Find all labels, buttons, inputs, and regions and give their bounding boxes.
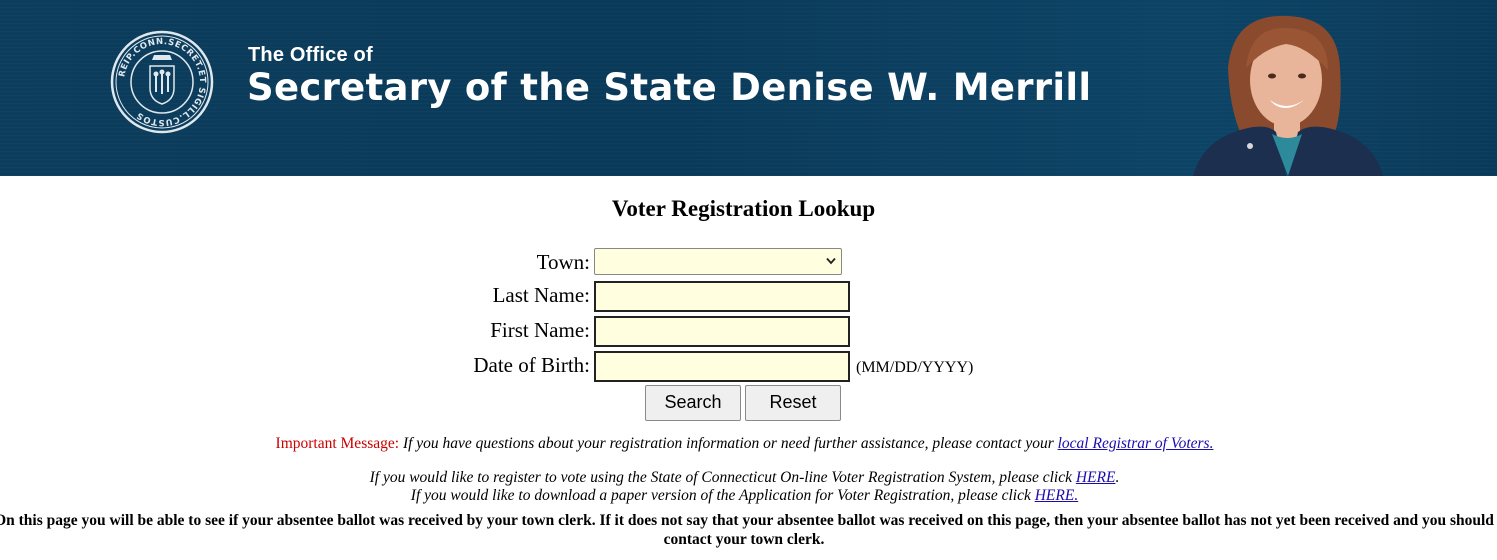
dob-row: Date of Birth: (MM/DD/YYYY) xyxy=(0,351,1497,383)
town-row: Town: xyxy=(0,248,1497,280)
state-seal-logo: REIP.CONN.SECRET.ET SIGILL.CUSTOS xyxy=(110,30,214,134)
register-paper-link[interactable]: HERE. xyxy=(1035,487,1078,504)
town-label: Town: xyxy=(536,250,590,274)
dob-input[interactable] xyxy=(594,351,850,382)
last-name-label: Last Name: xyxy=(492,283,590,307)
register-online-line: If you would like to register to vote us… xyxy=(0,469,1489,487)
last-name-row: Last Name: xyxy=(0,281,1497,313)
town-select[interactable] xyxy=(594,248,842,275)
office-title: Secretary of the State Denise W. Merrill xyxy=(247,66,1092,109)
dob-label: Date of Birth: xyxy=(473,353,590,377)
absentee-notice: On this page you will be able to see if … xyxy=(0,512,1494,548)
last-name-input[interactable] xyxy=(594,281,850,312)
register-paper-text: If you would like to download a paper ve… xyxy=(410,487,1031,504)
dob-format-hint: (MM/DD/YYYY) xyxy=(856,359,974,376)
important-message-label: Important Message: xyxy=(275,435,400,452)
register-online-link[interactable]: HERE xyxy=(1076,469,1116,486)
first-name-label: First Name: xyxy=(490,318,590,342)
site-header: REIP.CONN.SECRET.ET SIGILL.CUSTOS The Of… xyxy=(0,0,1497,176)
register-online-text: If you would like to register to vote us… xyxy=(369,469,1072,486)
registrar-link[interactable]: local Registrar of Voters. xyxy=(1058,435,1214,452)
search-button[interactable]: Search xyxy=(645,385,741,421)
reset-button[interactable]: Reset xyxy=(745,385,841,421)
register-paper-line: If you would like to download a paper ve… xyxy=(0,487,1489,505)
important-message-text: If you have questions about your registr… xyxy=(402,435,1054,452)
register-online-suffix: . xyxy=(1115,469,1120,486)
first-name-row: First Name: xyxy=(0,316,1497,348)
official-portrait xyxy=(1193,15,1383,176)
page-title: Voter Registration Lookup xyxy=(611,196,876,221)
chevron-down-icon xyxy=(826,257,836,265)
important-message: Important Message: If you have questions… xyxy=(0,435,1489,453)
office-line: The Office of xyxy=(248,44,373,66)
first-name-input[interactable] xyxy=(594,316,850,347)
